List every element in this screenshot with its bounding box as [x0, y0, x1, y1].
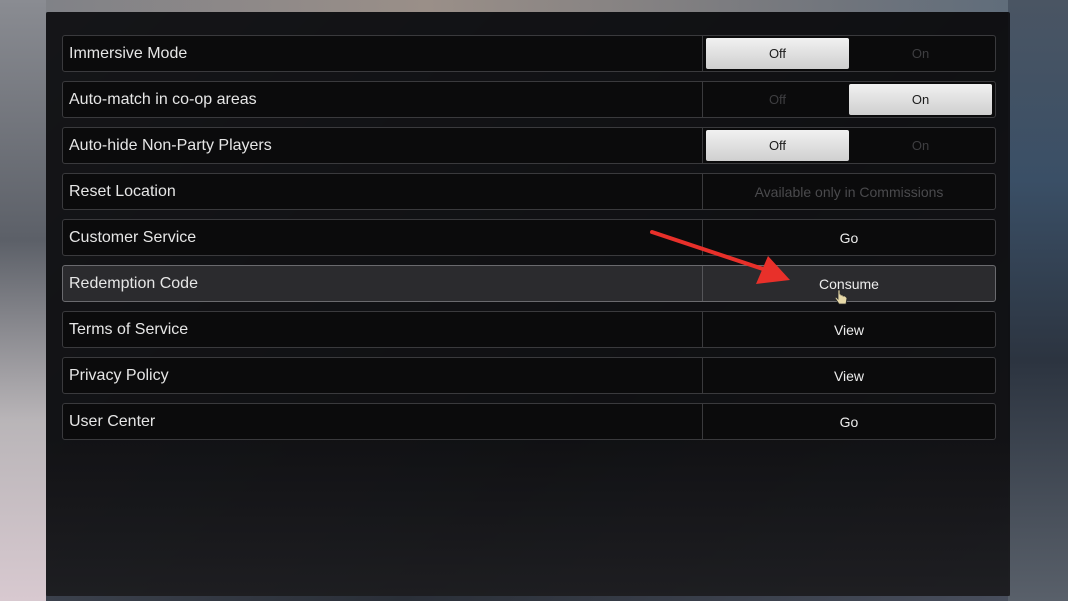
setting-row-user-center: User Center Go — [62, 403, 996, 440]
setting-row-reset-location: Reset Location Available only in Commiss… — [62, 173, 996, 210]
settings-panel: Immersive Mode Off On Auto-match in co-o… — [46, 12, 1010, 596]
setting-label: Immersive Mode — [63, 36, 703, 71]
toggle-off-option[interactable]: Off — [706, 84, 849, 115]
setting-row-redemption-code[interactable]: Redemption Code Consume — [62, 265, 996, 302]
setting-label: User Center — [63, 404, 703, 439]
setting-label: Customer Service — [63, 220, 703, 255]
game-background-top — [0, 0, 1068, 12]
auto-match-toggle[interactable]: Off On — [703, 82, 995, 117]
toggle-on-option[interactable]: On — [849, 130, 992, 161]
hand-cursor-icon — [835, 289, 848, 305]
setting-row-auto-match: Auto-match in co-op areas Off On — [62, 81, 996, 118]
panel-fade — [46, 436, 1010, 596]
setting-row-customer-service: Customer Service Go — [62, 219, 996, 256]
game-background-left — [0, 0, 46, 601]
setting-label: Redemption Code — [63, 266, 703, 301]
toggle-on-option[interactable]: On — [849, 38, 992, 69]
setting-label: Reset Location — [63, 174, 703, 209]
setting-label: Auto-hide Non-Party Players — [63, 128, 703, 163]
setting-label: Privacy Policy — [63, 358, 703, 393]
immersive-mode-toggle[interactable]: Off On — [703, 36, 995, 71]
setting-label: Terms of Service — [63, 312, 703, 347]
game-background-right — [1008, 0, 1068, 601]
terms-view-button[interactable]: View — [703, 312, 995, 347]
red-arrow-annotation — [650, 230, 790, 284]
privacy-view-button[interactable]: View — [703, 358, 995, 393]
reset-location-disabled-text: Available only in Commissions — [754, 183, 944, 200]
setting-row-immersive-mode: Immersive Mode Off On — [62, 35, 996, 72]
user-center-go-button[interactable]: Go — [703, 404, 995, 439]
toggle-off-option[interactable]: Off — [706, 38, 849, 69]
toggle-on-option[interactable]: On — [849, 84, 992, 115]
setting-label: Auto-match in co-op areas — [63, 82, 703, 117]
setting-row-auto-hide: Auto-hide Non-Party Players Off On — [62, 127, 996, 164]
setting-row-terms-of-service: Terms of Service View — [62, 311, 996, 348]
setting-row-privacy-policy: Privacy Policy View — [62, 357, 996, 394]
toggle-off-option[interactable]: Off — [706, 130, 849, 161]
auto-hide-toggle[interactable]: Off On — [703, 128, 995, 163]
